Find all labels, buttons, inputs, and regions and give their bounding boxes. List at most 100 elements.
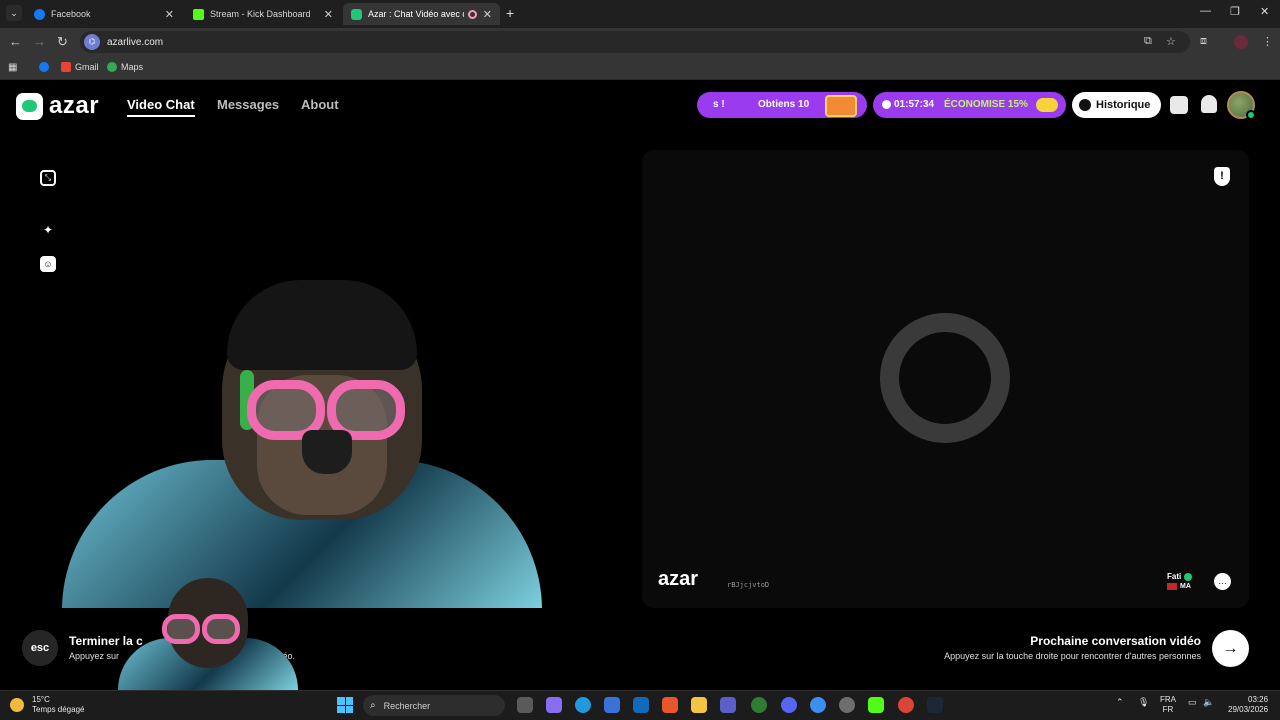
esc-button[interactable]: esc — [22, 630, 58, 666]
task-view-icon[interactable] — [517, 697, 533, 713]
url-text: azarlive.com — [107, 36, 164, 48]
file-explorer-icon[interactable] — [691, 697, 707, 713]
new-tab-button[interactable]: + — [506, 5, 514, 21]
history-button[interactable]: Historique — [1072, 92, 1161, 118]
cast-icon[interactable]: ⧉ — [1144, 35, 1152, 48]
teams-icon[interactable] — [720, 697, 736, 713]
notification-bell-icon[interactable] — [1201, 95, 1217, 113]
tab-kick-dashboard[interactable]: Stream - Kick Dashboard ✕ — [185, 3, 341, 25]
peer-name-text: Fati — [1167, 572, 1182, 581]
online-status-dot — [1246, 110, 1256, 120]
watermark-id: rBJjcjvtoD — [727, 581, 770, 589]
taskbar-search[interactable]: ⌕ Rechercher — [363, 695, 505, 716]
minimize-video-icon[interactable]: ⤡ — [40, 170, 56, 186]
language-indicator[interactable]: FRA FR — [1160, 695, 1176, 715]
reload-icon[interactable]: ↻ — [57, 34, 68, 50]
shop-icon[interactable] — [1170, 96, 1188, 114]
browser-menu-icon[interactable]: ⋮ — [1262, 35, 1273, 48]
lang-bottom: FR — [1162, 705, 1174, 714]
chrome-icon[interactable] — [810, 697, 826, 713]
weather-temp: 15°C — [32, 695, 50, 704]
copilot-icon[interactable] — [546, 697, 562, 713]
logo-text: azar — [49, 92, 100, 119]
promo-discount: ÉCONOMISE 15% — [944, 99, 1028, 110]
tab-title: Azar : Chat Vidéo avec de — [368, 9, 464, 19]
close-tab-icon[interactable]: ✕ — [165, 8, 174, 21]
edge-icon[interactable] — [575, 697, 591, 713]
report-shield-icon[interactable]: ! — [1214, 167, 1230, 186]
windows-start-icon[interactable] — [337, 697, 353, 713]
site-info-icon[interactable]: ⌬ — [84, 34, 100, 50]
bookmark-gmail[interactable]: Gmail — [61, 62, 99, 72]
chat-bubble-icon[interactable]: … — [1214, 573, 1231, 590]
tray-overflow-icon[interactable]: ⌃ — [1116, 697, 1124, 708]
overlay-dive-mask — [202, 614, 240, 644]
back-icon[interactable]: ← — [9, 34, 22, 49]
tab-title: Stream - Kick Dashboard — [210, 9, 311, 19]
browser-tab-strip: ⌄ Facebook ✕ Stream - Kick Dashboard ✕ A… — [0, 0, 1280, 28]
extensions-icon[interactable]: ⧈ — [1200, 35, 1207, 48]
network-icon[interactable]: ▭ — [1188, 697, 1197, 708]
peer-name: Fati — [1167, 572, 1193, 581]
bookmark-star-icon[interactable]: ☆ — [1166, 35, 1176, 48]
close-window-button[interactable]: ✕ — [1260, 5, 1269, 18]
remote-video-panel: ! azar rBJjcjvtoD Fati MA … — [642, 150, 1249, 608]
chrome-profile-icon[interactable] — [898, 697, 914, 713]
lang-top: FRA — [1160, 695, 1176, 704]
tab-azar[interactable]: Azar : Chat Vidéo avec de ✕ — [343, 3, 500, 25]
bookmark-facebook[interactable] — [39, 62, 53, 72]
streamer-webcam-overlay — [118, 578, 298, 690]
next-chat-button[interactable]: → — [1212, 630, 1249, 667]
clock-date: 29/03/2026 — [1228, 705, 1269, 714]
bookmark-label: Gmail — [75, 62, 99, 72]
nav-video-chat[interactable]: Video Chat — [127, 97, 195, 117]
azar-logo[interactable]: azar — [16, 92, 99, 120]
kick-icon[interactable] — [868, 697, 884, 713]
nav-messages[interactable]: Messages — [217, 97, 279, 112]
profile-avatar[interactable] — [1234, 35, 1248, 49]
end-chat-hint: Appuyez sur — [69, 651, 120, 661]
promo-banner-gems[interactable]: s ! Obtiens 10 — [697, 92, 867, 118]
overlay-dive-mask — [162, 614, 200, 644]
maximize-button[interactable]: ❐ — [1230, 5, 1240, 18]
treasure-chest-icon — [825, 95, 857, 117]
microphone-icon[interactable]: 🎙 — [1138, 697, 1149, 708]
discord-icon[interactable] — [781, 697, 797, 713]
close-tab-icon[interactable]: ✕ — [483, 8, 492, 21]
promo-timer: 01:57:34 — [894, 99, 935, 110]
history-label: Historique — [1096, 99, 1151, 111]
address-toolbar: ← → ↻ ⌬ azarlive.com ⧉ ☆ ⧈ ⋮ — [0, 28, 1280, 56]
weather-widget[interactable]: 15°C Temps dégagé — [10, 695, 84, 715]
obs-icon[interactable] — [839, 697, 855, 713]
outlook-icon[interactable] — [633, 697, 649, 713]
peer-country-code: MA — [1180, 583, 1191, 590]
address-bar[interactable]: ⌬ azarlive.com — [80, 31, 1190, 53]
search-icon: ⌕ — [370, 700, 376, 711]
close-tab-icon[interactable]: ✕ — [324, 8, 333, 21]
kick-icon — [193, 8, 204, 20]
apps-grid-icon[interactable]: ▦ — [8, 62, 17, 73]
promo-text-left: s ! — [713, 99, 725, 110]
facebook-icon — [34, 8, 45, 20]
nav-about[interactable]: About — [301, 97, 339, 112]
forward-icon[interactable]: → — [33, 34, 46, 49]
promo-text-right: Obtiens 10 — [758, 99, 810, 110]
tab-search-menu-icon[interactable]: ⌄ — [6, 5, 22, 21]
promo-banner-discount[interactable]: 01:57:34 ÉCONOMISE 15% — [873, 92, 1066, 118]
app-icon[interactable] — [751, 697, 767, 713]
store-icon[interactable] — [604, 697, 620, 713]
tab-facebook[interactable]: Facebook ✕ — [26, 3, 182, 25]
recording-icon — [467, 9, 477, 19]
tab-title: Facebook — [51, 9, 91, 19]
magic-wand-icon[interactable]: ✦ — [40, 222, 56, 238]
verified-badge-icon — [1184, 572, 1193, 581]
next-chat-title: Prochaine conversation vidéo — [1030, 634, 1201, 648]
volume-icon[interactable]: 🔈 — [1203, 697, 1214, 708]
clock[interactable]: 03:26 29/03/2026 — [1228, 695, 1268, 715]
minimize-button[interactable]: — — [1200, 5, 1211, 17]
steam-icon[interactable] — [927, 697, 943, 713]
brave-icon[interactable] — [662, 697, 678, 713]
face-filter-icon[interactable]: ☺ — [40, 256, 56, 272]
bookmark-maps[interactable]: Maps — [107, 62, 143, 72]
user-avatar[interactable] — [1227, 91, 1256, 120]
